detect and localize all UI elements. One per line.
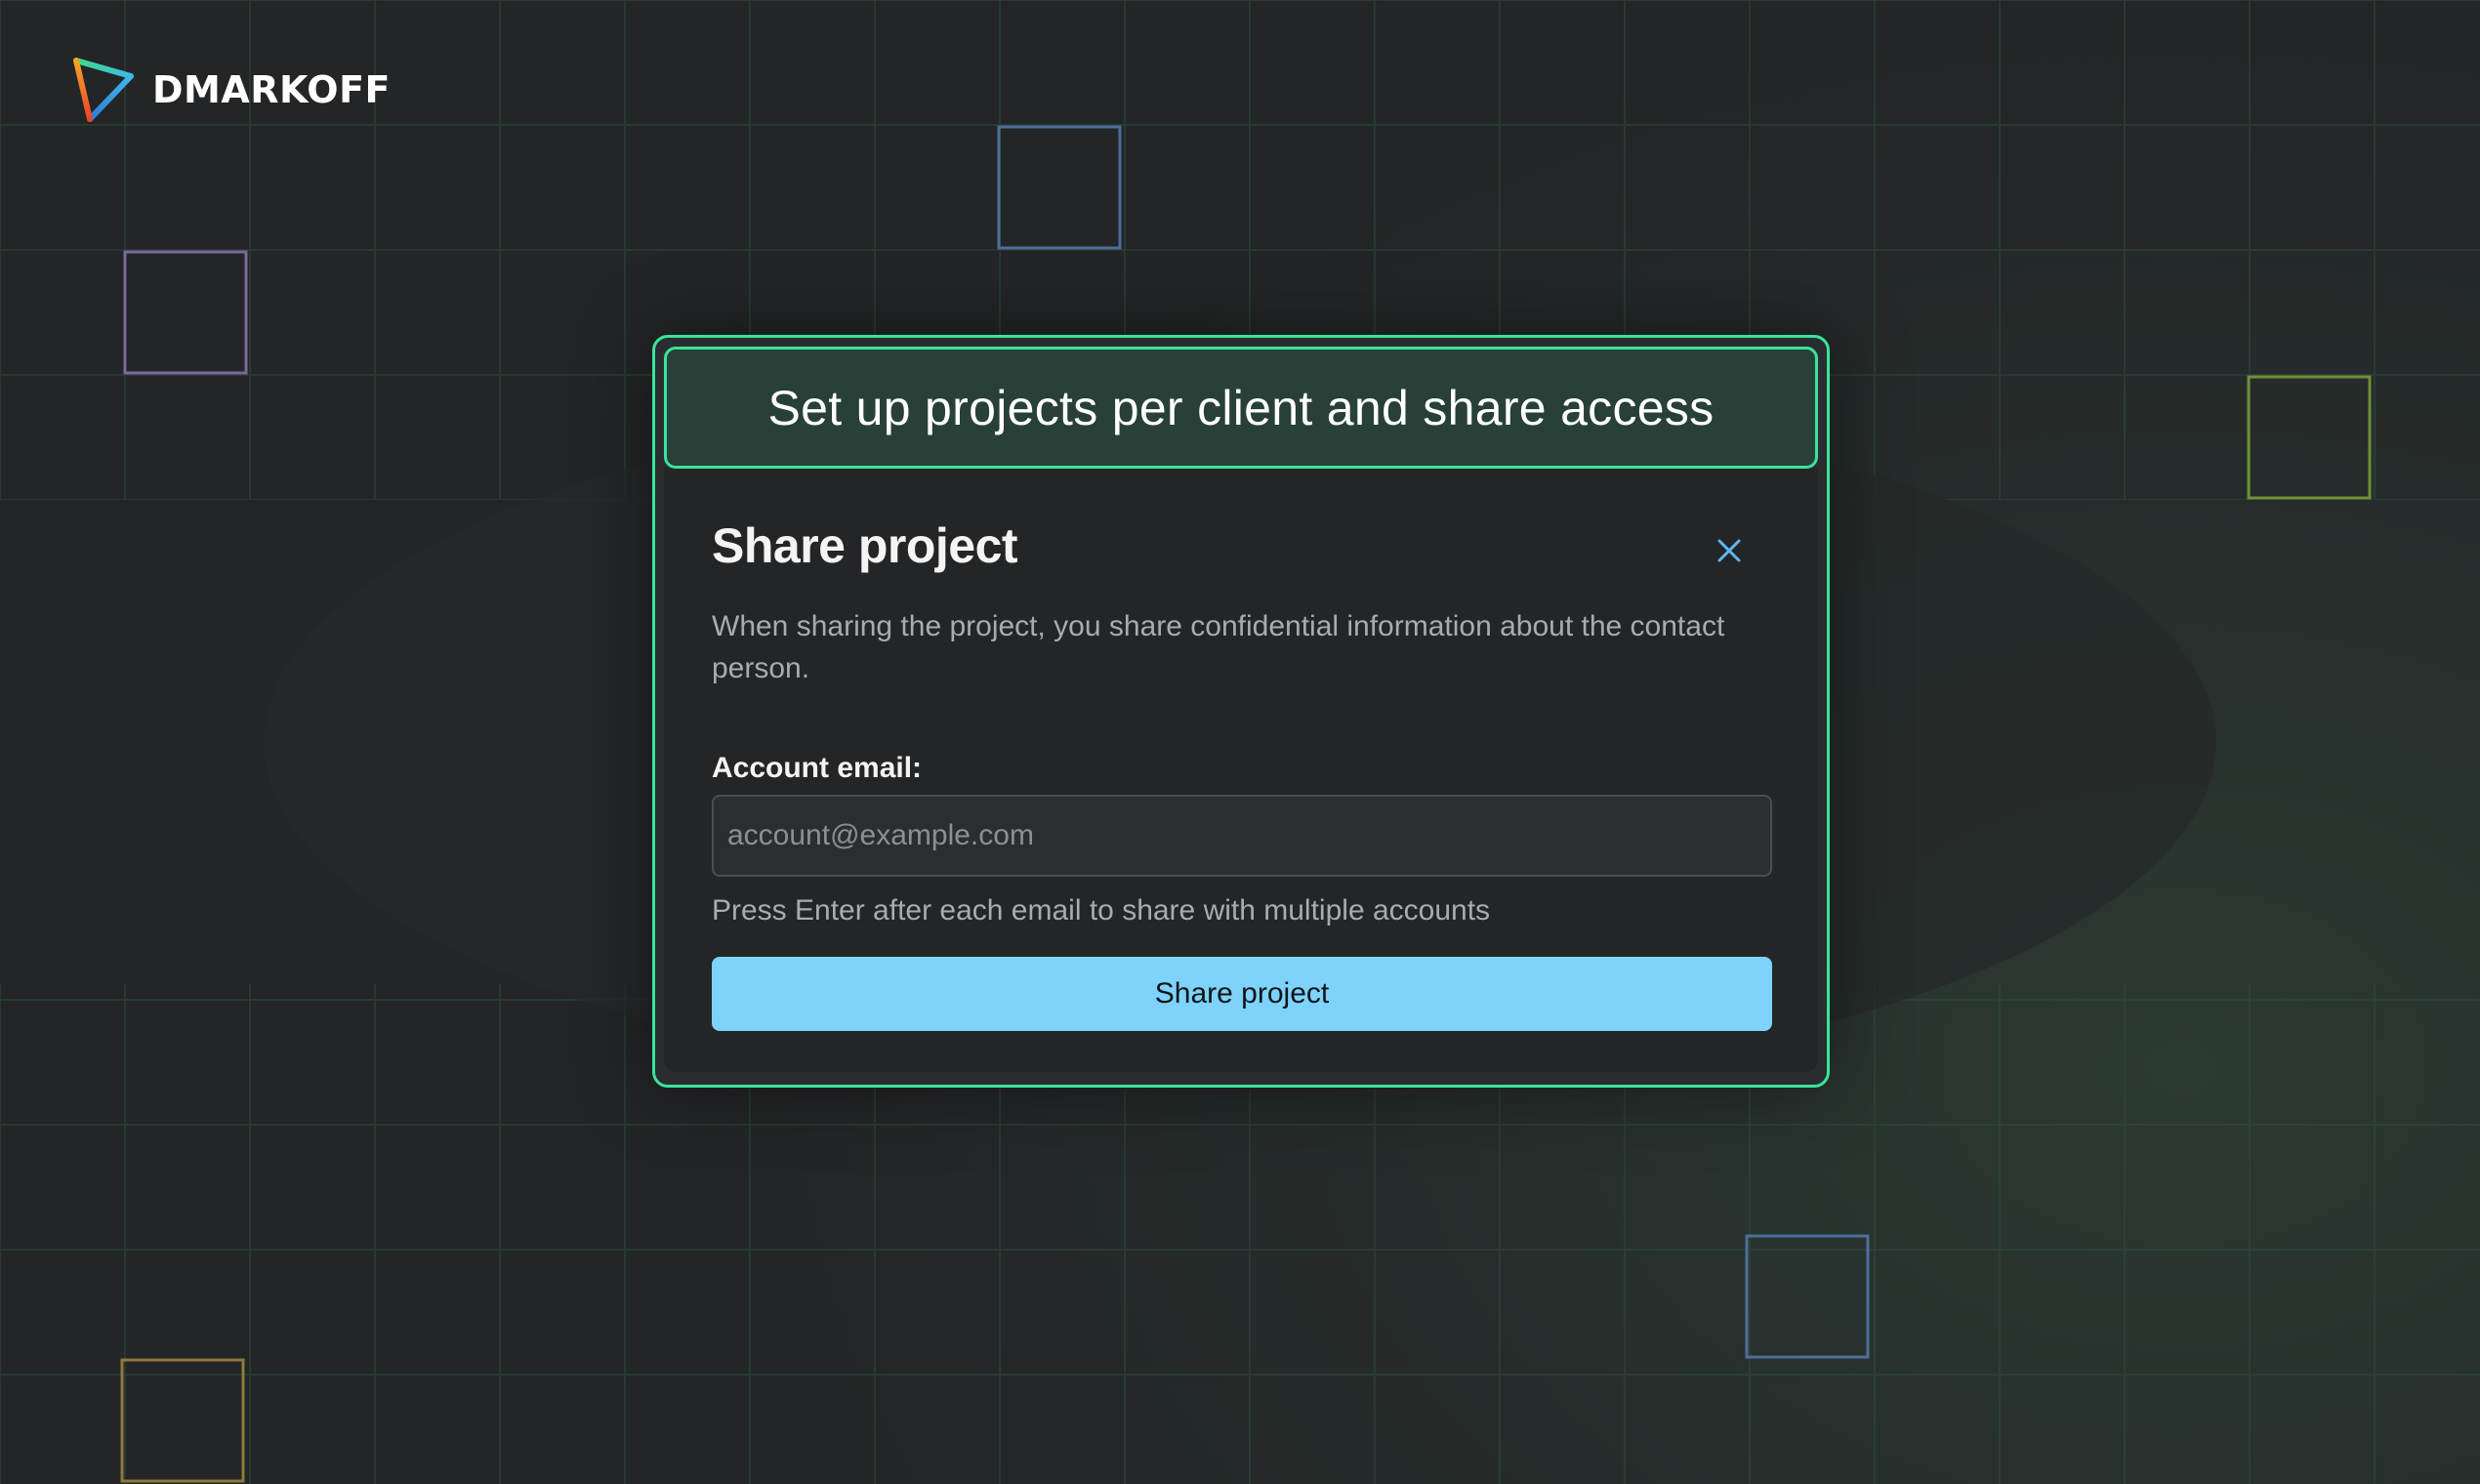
triangle-play-logo-icon [73,58,134,122]
account-email-input[interactable] [712,795,1772,877]
dialog-title: Share project [712,518,1018,573]
dialog-description: When sharing the project, you share conf… [712,610,1725,684]
feature-card: Set up projects per client and share acc… [652,335,1830,1088]
close-icon[interactable] [1715,536,1744,565]
account-email-label: Account email: [712,752,923,784]
share-project-button[interactable]: Share project [712,957,1772,1031]
feature-banner: Set up projects per client and share acc… [664,347,1818,469]
brand-logo[interactable]: DMARKOFF [68,55,391,125]
brand-name: DMARKOFF [152,68,391,111]
feature-banner-text: Set up projects per client and share acc… [767,380,1715,435]
share-project-dialog: Share project When sharing the project, … [664,469,1818,1072]
email-hint: Press Enter after each email to share wi… [712,894,1491,927]
